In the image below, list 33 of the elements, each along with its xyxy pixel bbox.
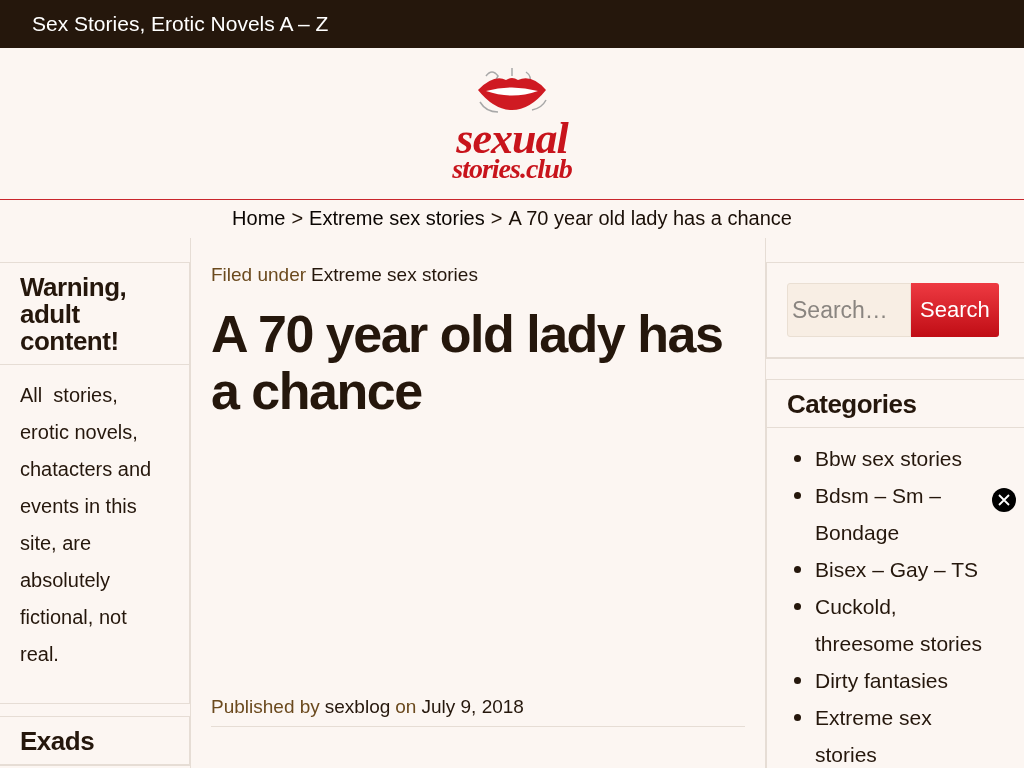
category-link[interactable]: Extreme sex stories (815, 699, 993, 768)
bullet-icon (794, 455, 801, 462)
breadcrumb-link[interactable]: Extreme sex stories (309, 207, 485, 230)
meta-label: Published by (211, 696, 320, 718)
bullet-icon (794, 492, 801, 499)
bullet-icon (794, 603, 801, 610)
category-link[interactable]: Bbw sex stories (815, 440, 963, 477)
widget-title: Exads (0, 717, 189, 765)
category-link[interactable]: Dirty fantasies (815, 662, 949, 699)
meta-label: Filed under (211, 264, 307, 286)
meta-link[interactable]: Extreme sex stories (311, 264, 478, 286)
category-link[interactable]: Bisex – Gay – TS (815, 551, 979, 588)
breadcrumb-separator: > (291, 207, 304, 230)
meta-link[interactable]: July 9, 2018 (421, 696, 524, 718)
category-link[interactable]: Bdsm – Sm – Bondage (815, 477, 993, 551)
meta-label: on (395, 696, 417, 718)
widget-title: Categories (767, 380, 1024, 428)
bullet-icon (794, 566, 801, 573)
widget-text: All stories, erotic novels, chatacters and events in this site, are absolutely fictional, not real. (19, 383, 153, 667)
logo-text[interactable]: sexual stories.club (452, 119, 572, 182)
widget-title: Warning, adult content! (0, 263, 189, 365)
search-button[interactable]: Search (911, 283, 999, 337)
close-icon (998, 494, 1010, 506)
search-field[interactable]: Search… (787, 283, 911, 337)
category-link[interactable]: Cuckold, threesome stories (815, 588, 993, 662)
bullet-icon (794, 677, 801, 684)
breadcrumb-link[interactable]: Home (232, 207, 286, 230)
breadcrumb-current: A 70 year old lady has a chance (508, 207, 792, 230)
meta-link[interactable]: sexblog (324, 696, 391, 718)
article-title: A 70 year old lady has a chance (211, 306, 724, 420)
breadcrumb-separator: > (490, 207, 503, 230)
site-title[interactable]: Sex Stories, Erotic Novels A – Z (32, 12, 329, 36)
bullet-icon (794, 714, 801, 721)
